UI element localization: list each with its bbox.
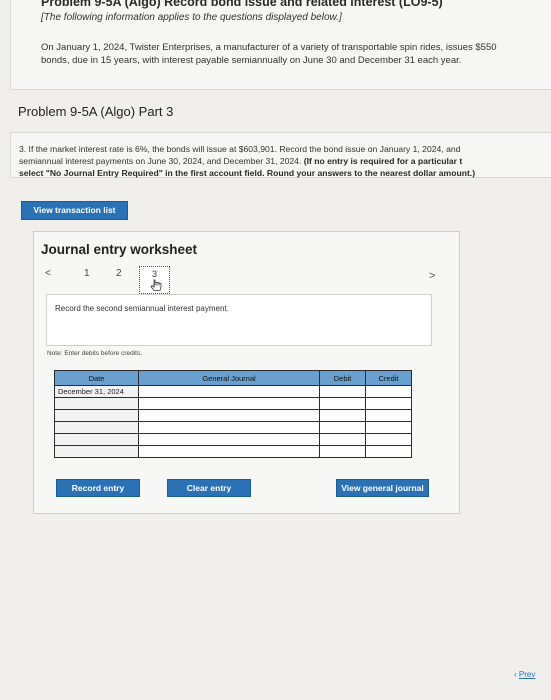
account-cell[interactable] — [138, 385, 320, 398]
credit-cell[interactable] — [365, 397, 412, 410]
debit-credit-note: Note: Enter debits before credits. — [47, 350, 143, 357]
table-row — [54, 433, 412, 446]
date-cell: December 31, 2024 — [54, 385, 139, 398]
debit-cell[interactable] — [319, 421, 366, 434]
credit-cell[interactable] — [365, 385, 412, 398]
page-tab-2[interactable]: 2 — [116, 268, 122, 279]
next-page-arrow-icon[interactable]: > — [429, 270, 435, 282]
table-row — [54, 397, 412, 410]
hand-cursor-icon — [150, 279, 163, 294]
question-line-3: select "No Journal Entry Required" in th… — [19, 168, 476, 178]
question-text: 3. If the market interest rate is 6%, th… — [19, 143, 475, 179]
view-transaction-list-button[interactable]: View transaction list — [21, 201, 128, 220]
account-cell[interactable] — [138, 409, 320, 422]
date-cell — [54, 409, 139, 422]
account-cell[interactable] — [138, 433, 320, 446]
date-cell — [54, 445, 139, 458]
instruction-box: Record the second semiannual interest pa… — [46, 294, 432, 346]
header-credit: Credit — [365, 370, 412, 386]
debit-cell[interactable] — [319, 409, 366, 422]
account-cell[interactable] — [138, 445, 320, 458]
page-tab-3-active[interactable]: 3 — [139, 266, 170, 294]
question-card: 3. If the market interest rate is 6%, th… — [10, 132, 551, 178]
header-debit: Debit — [319, 370, 366, 386]
debit-cell[interactable] — [319, 433, 366, 446]
table-row — [54, 409, 412, 422]
debit-cell[interactable] — [319, 385, 366, 398]
clear-entry-button[interactable]: Clear entry — [167, 479, 251, 497]
table-row — [54, 445, 412, 458]
instruction-text: Record the second semiannual interest pa… — [55, 304, 229, 313]
question-line-2: semiannual interest payments on June 30,… — [19, 156, 463, 166]
table-row: December 31, 2024 — [54, 385, 412, 398]
date-cell — [54, 421, 139, 434]
problem-intro: On January 1, 2024, Twister Enterprises,… — [41, 41, 551, 67]
table-row — [54, 421, 412, 434]
record-entry-button[interactable]: Record entry — [56, 479, 140, 497]
credit-cell[interactable] — [365, 409, 412, 422]
question-line-1: 3. If the market interest rate is 6%, th… — [19, 144, 461, 154]
credit-cell[interactable] — [365, 445, 412, 458]
intro-line-2: bonds, due in 15 years, with interest pa… — [41, 55, 462, 66]
credit-cell[interactable] — [365, 421, 412, 434]
header-date: Date — [54, 370, 139, 386]
account-cell[interactable] — [138, 397, 320, 410]
view-general-journal-button[interactable]: View general journal — [336, 479, 429, 497]
problem-subtitle: [The following information applies to th… — [41, 12, 342, 23]
credit-cell[interactable] — [365, 433, 412, 446]
problem-title: Problem 9-5A (Algo) Record bond issue an… — [41, 0, 443, 9]
debit-cell[interactable] — [319, 445, 366, 458]
worksheet-title: Journal entry worksheet — [41, 242, 198, 257]
date-cell — [54, 433, 139, 446]
prev-page-arrow-icon[interactable]: < — [45, 268, 51, 279]
account-cell[interactable] — [138, 421, 320, 434]
debit-cell[interactable] — [319, 397, 366, 410]
part-title: Problem 9-5A (Algo) Part 3 — [18, 104, 174, 119]
intro-line-1: On January 1, 2024, Twister Enterprises,… — [41, 42, 497, 53]
prev-link[interactable]: ‹ Prev — [514, 670, 535, 679]
date-cell — [54, 397, 139, 410]
chevron-left-icon: ‹ — [514, 670, 517, 679]
problem-info-card: Problem 9-5A (Algo) Record bond issue an… — [10, 0, 551, 90]
prev-label: Prev — [518, 670, 536, 679]
page-tab-3-label: 3 — [151, 269, 157, 279]
journal-table: Date General Journal Debit Credit Decemb… — [54, 370, 412, 458]
header-general-journal: General Journal — [138, 370, 320, 386]
page-tab-1[interactable]: 1 — [84, 268, 90, 279]
